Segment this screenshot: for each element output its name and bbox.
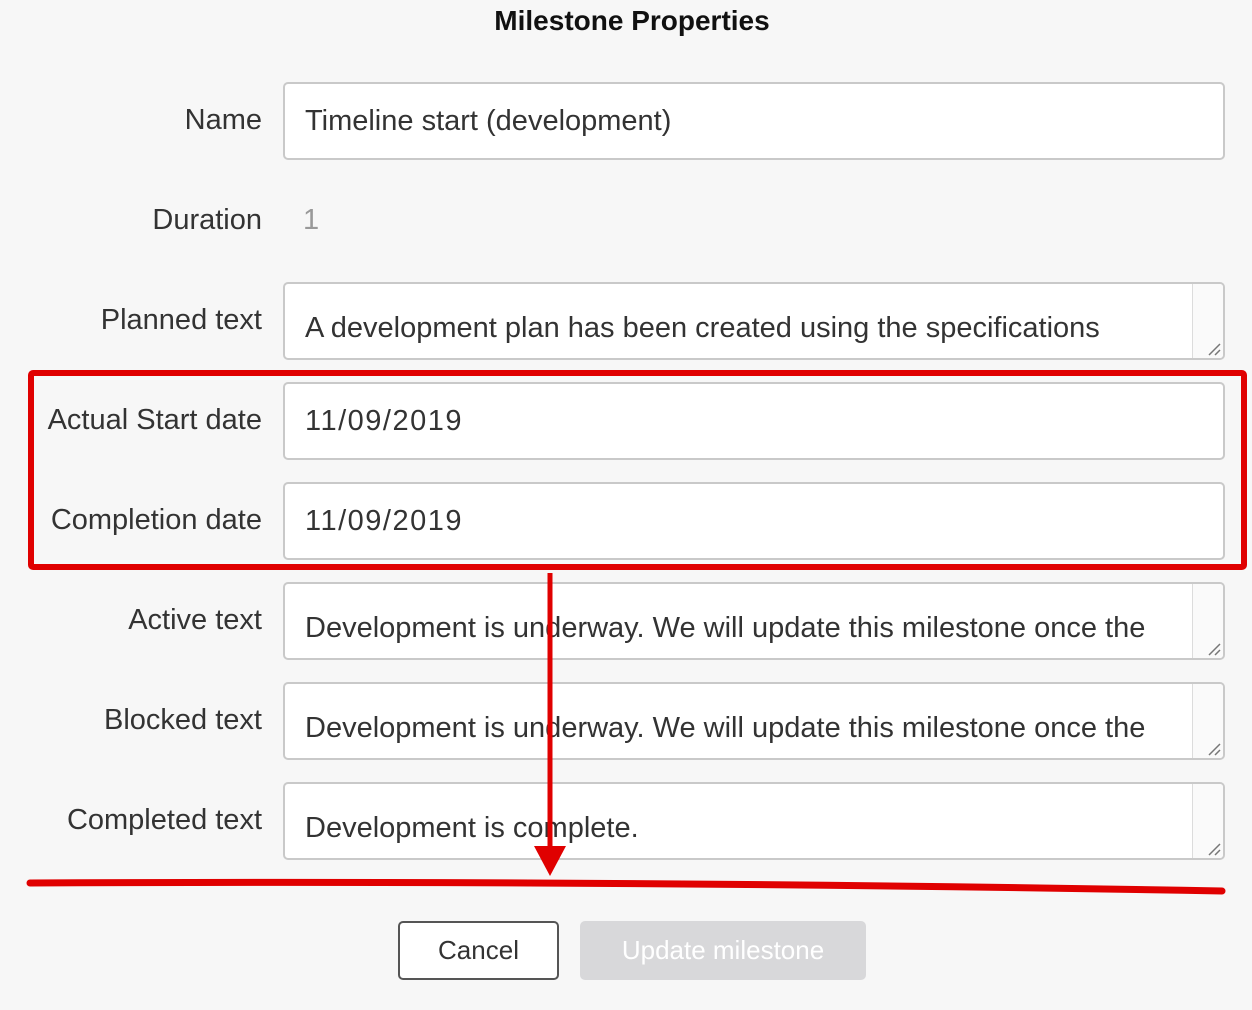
resize-handle-icon[interactable]: [1205, 640, 1221, 656]
actual-start-date-input[interactable]: 11/09/2019: [283, 382, 1225, 460]
blocked-text-value: Development is underway. We will update …: [305, 712, 1146, 744]
active-text-value: Development is underway. We will update …: [305, 612, 1146, 644]
completion-date-input[interactable]: 11/09/2019: [283, 482, 1225, 560]
blocked-text-area[interactable]: Development is underway. We will update …: [283, 682, 1225, 760]
planned-text-value: A development plan has been created usin…: [305, 312, 1100, 344]
milestone-properties-dialog: Milestone Properties Name Timeline start…: [0, 0, 1252, 1010]
active-text-label: Active text: [128, 604, 262, 636]
planned-text-area[interactable]: A development plan has been created usin…: [283, 282, 1225, 360]
completion-date-label: Completion date: [50, 504, 262, 536]
cancel-button[interactable]: Cancel: [398, 921, 559, 980]
duration-value: 1: [303, 204, 320, 236]
resize-handle-icon[interactable]: [1205, 340, 1221, 356]
dialog-title: Milestone Properties: [494, 5, 770, 36]
resize-handle-icon[interactable]: [1205, 840, 1221, 856]
duration-label: Duration: [152, 204, 262, 236]
underline-mark: [26, 878, 1226, 895]
update-milestone-button[interactable]: Update milestone: [580, 921, 866, 980]
completed-text-area[interactable]: Development is complete.: [283, 782, 1225, 860]
name-label: Name: [184, 104, 262, 136]
actual-start-date-label: Actual Start date: [47, 404, 262, 436]
completed-text-label: Completed text: [66, 804, 262, 836]
planned-text-label: Planned text: [100, 304, 262, 336]
completed-text-value: Development is complete.: [305, 812, 639, 844]
resize-handle-icon[interactable]: [1205, 740, 1221, 756]
blocked-text-label: Blocked text: [104, 704, 262, 736]
name-input[interactable]: Timeline start (development): [283, 82, 1225, 160]
active-text-area[interactable]: Development is underway. We will update …: [283, 582, 1225, 660]
